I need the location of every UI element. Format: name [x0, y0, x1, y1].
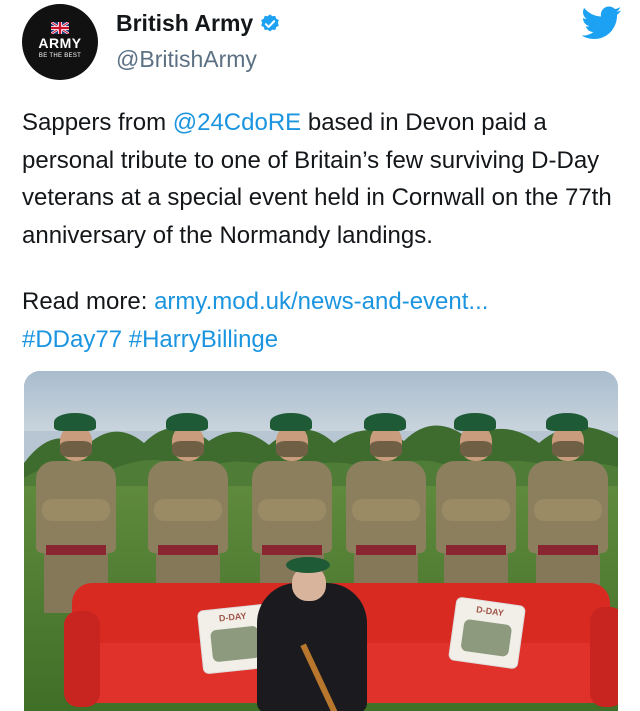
photo-soldier-4 — [340, 413, 432, 613]
mention-link[interactable]: @24CdoRE — [173, 109, 301, 136]
user-handle[interactable]: @BritishArmy — [116, 46, 257, 73]
avatar-motto: BE THE BEST — [38, 53, 82, 59]
avatar[interactable]: ARMY BE THE BEST — [22, 4, 98, 80]
photo-soldier-6 — [522, 413, 614, 613]
photo-sofa-arm-right — [590, 607, 618, 707]
verified-badge-icon — [261, 13, 279, 31]
read-more-line: Read more: army.mod.uk/news-and-event... — [22, 283, 622, 321]
union-flag-icon — [51, 22, 69, 34]
tweet-header: ARMY BE THE BEST British Army @BritishAr… — [22, 4, 622, 84]
hashtag-line: #DDay77 #HarryBillinge — [22, 321, 622, 359]
tweet-paragraph: Sappers from @24CdoRE based in Devon pai… — [22, 104, 622, 254]
twitter-bird-icon[interactable] — [582, 6, 622, 40]
tweet-text-start: Sappers from — [22, 109, 173, 136]
read-more-label: Read more: — [22, 288, 155, 315]
hashtag-harrybillinge[interactable]: #HarryBillinge — [129, 326, 278, 353]
photo-soldier-1 — [30, 413, 122, 613]
hashtag-dday77[interactable]: #DDay77 — [22, 326, 122, 353]
photo-veteran — [257, 583, 367, 711]
display-name[interactable]: British Army — [116, 10, 253, 37]
read-more-block: Read more: army.mod.uk/news-and-event...… — [22, 283, 622, 359]
photo-pillow-right: D-DAY — [447, 596, 527, 670]
pillow-right-text: D-DAY — [475, 604, 505, 619]
photo-soldier-2 — [142, 413, 234, 613]
avatar-title: ARMY — [38, 35, 82, 51]
photo-sofa-arm-left — [64, 611, 100, 707]
tweet-photo[interactable]: D-DAY D-DAY — [24, 371, 618, 711]
photo-veteran-beret — [286, 557, 330, 573]
tweet-body: Sappers from @24CdoRE based in Devon pai… — [22, 104, 622, 254]
photo-soldier-5 — [430, 413, 522, 613]
name-row: British Army — [116, 10, 281, 37]
article-link[interactable]: army.mod.uk/news-and-event... — [154, 288, 488, 315]
